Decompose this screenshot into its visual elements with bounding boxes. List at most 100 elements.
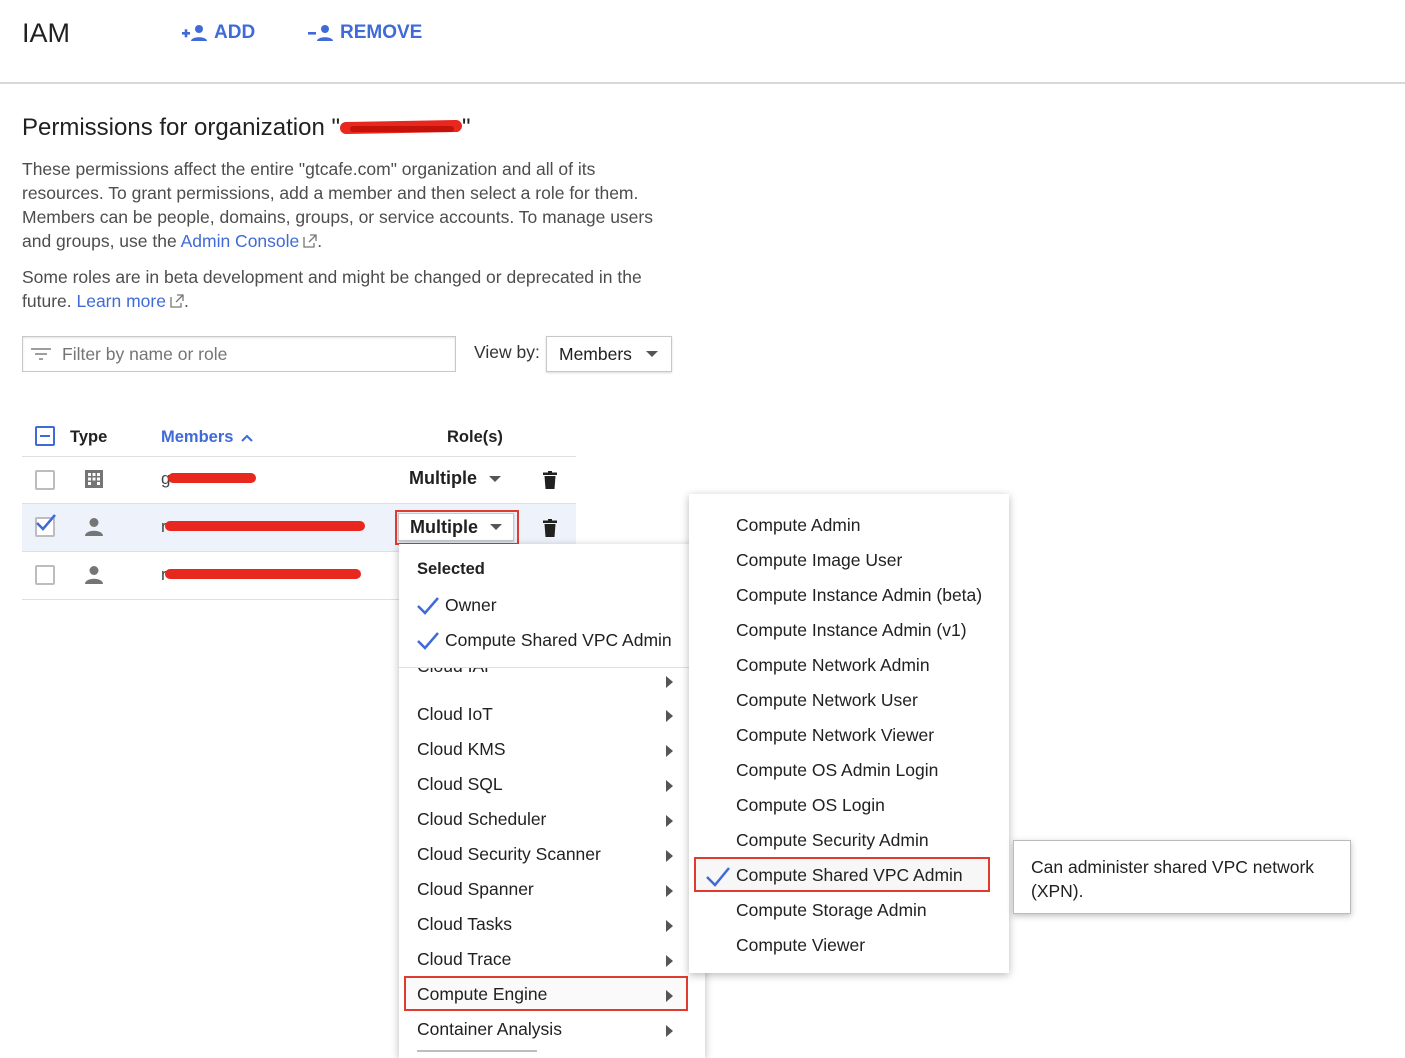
page-title: IAM — [22, 18, 71, 48]
chevron-right-icon — [666, 885, 673, 897]
chevron-right-icon — [666, 850, 673, 862]
trash-icon[interactable] — [543, 471, 557, 489]
chevron-right-icon — [666, 1025, 673, 1037]
menu-item-cloud-iot[interactable]: Cloud IoT — [417, 704, 493, 725]
person-icon — [85, 518, 103, 536]
selected-role-owner[interactable]: Owner — [445, 595, 497, 616]
permissions-description: These permissions affect the entire "gtc… — [22, 157, 692, 253]
roles-column-header: Role(s) — [447, 428, 503, 446]
menu-item-cloud-scheduler[interactable]: Cloud Scheduler — [417, 809, 546, 830]
compute-engine-submenu: Compute Admin Compute Image User Compute… — [689, 494, 1009, 973]
menu-item-cloud-spanner[interactable]: Cloud Spanner — [417, 879, 534, 900]
menu-item-cloud-tasks[interactable]: Cloud Tasks — [417, 914, 512, 935]
redacted-org-name — [340, 117, 462, 137]
view-by-select[interactable]: Members — [546, 336, 672, 372]
chevron-down-icon — [490, 524, 502, 530]
chevron-right-icon — [666, 990, 673, 1002]
roles-value: Multiple — [410, 516, 478, 537]
type-column-header: Type — [70, 428, 108, 446]
check-icon — [417, 597, 439, 615]
menu-item-compute-engine[interactable]: Compute Engine — [417, 984, 547, 1005]
partial-menu-item: Cloud IAP — [417, 668, 496, 677]
learn-more-link[interactable]: Learn more — [76, 291, 166, 311]
remove-person-icon — [308, 25, 333, 41]
external-link-icon — [303, 234, 317, 248]
desc-text: . — [317, 231, 323, 251]
chevron-right-icon — [666, 745, 673, 757]
trash-icon[interactable] — [543, 519, 557, 537]
row-checkbox[interactable] — [35, 565, 55, 585]
external-link-icon — [170, 294, 184, 308]
redacted-member — [164, 521, 365, 531]
menu-item-cloud-kms[interactable]: Cloud KMS — [417, 739, 506, 760]
submenu-item[interactable]: Compute Instance Admin (v1) — [736, 620, 967, 641]
beta-text: future. — [22, 291, 77, 311]
menu-item-cloud-security-scanner[interactable]: Cloud Security Scanner — [417, 844, 601, 865]
chevron-down-icon — [489, 475, 501, 482]
submenu-item[interactable]: Compute Storage Admin — [736, 900, 927, 921]
tooltip-text: Can administer shared VPC network (XPN). — [1031, 857, 1315, 901]
chevron-right-icon — [666, 676, 673, 688]
roles-dropdown[interactable]: Multiple — [409, 468, 501, 489]
domain-icon — [85, 470, 103, 488]
check-icon — [36, 514, 56, 531]
member-name: r — [161, 517, 365, 537]
chevron-right-icon — [666, 920, 673, 932]
menu-item-cloud-sql[interactable]: Cloud SQL — [417, 774, 503, 795]
add-label: ADD — [214, 22, 256, 43]
roles-value: Multiple — [409, 468, 477, 488]
beta-text: . — [183, 291, 189, 311]
scrolled-item-clip: Cloud IAP — [399, 668, 705, 688]
roles-dropdown[interactable]: Multiple — [398, 513, 514, 541]
add-member-button[interactable]: ADD — [182, 22, 255, 44]
partial-menu-item-clip — [399, 1050, 705, 1058]
chevron-right-icon — [666, 780, 673, 792]
desc-line: These permissions affect the entire "gtc… — [22, 159, 596, 179]
submenu-item[interactable]: Compute OS Admin Login — [736, 760, 938, 781]
remove-label: REMOVE — [340, 22, 423, 43]
desc-text: and groups, use the — [22, 231, 181, 251]
redacted-member — [168, 473, 257, 483]
row-checkbox[interactable] — [35, 470, 55, 490]
submenu-item[interactable]: Compute Image User — [736, 550, 902, 571]
select-all-checkbox[interactable] — [35, 426, 55, 446]
member-name: r — [161, 565, 361, 585]
desc-line: Members can be people, domains, groups, … — [22, 207, 653, 227]
submenu-item[interactable]: Compute Security Admin — [736, 830, 929, 851]
members-header-label: Members — [161, 428, 234, 446]
members-column-header[interactable]: Members — [161, 428, 254, 447]
submenu-item[interactable]: Compute Network User — [736, 690, 918, 711]
selected-role-shared-vpc[interactable]: Compute Shared VPC Admin — [445, 630, 672, 651]
view-by-label: View by: — [474, 342, 540, 362]
filter-input[interactable] — [62, 343, 442, 365]
menu-item-container-analysis[interactable]: Container Analysis — [417, 1019, 562, 1040]
admin-console-link[interactable]: Admin Console — [181, 231, 300, 251]
role-description-tooltip: Can administer shared VPC network (XPN). — [1013, 840, 1351, 914]
submenu-item[interactable]: Compute Instance Admin (beta) — [736, 585, 982, 606]
sort-ascending-icon — [241, 434, 254, 442]
table-row: g Multiple — [22, 457, 576, 503]
beta-line: Some roles are in beta development and m… — [22, 267, 642, 287]
section-title-suffix: " — [462, 114, 471, 141]
view-by-value: Members — [559, 343, 632, 364]
check-icon — [706, 867, 730, 887]
submenu-item[interactable]: Compute Admin — [736, 515, 861, 536]
check-icon — [417, 632, 439, 650]
remove-member-button[interactable]: REMOVE — [308, 22, 422, 44]
submenu-item[interactable]: Compute Network Admin — [736, 655, 930, 676]
role-menu: Selected Owner Compute Shared VPC Admin … — [399, 544, 705, 1058]
chevron-right-icon — [666, 710, 673, 722]
chevron-right-icon — [666, 955, 673, 967]
submenu-item[interactable]: Compute OS Login — [736, 795, 885, 816]
row-checkbox-checked[interactable] — [35, 514, 56, 537]
submenu-item[interactable]: Compute Network Viewer — [736, 725, 934, 746]
selected-header: Selected — [417, 560, 485, 578]
redacted-member — [164, 569, 361, 579]
filter-field[interactable] — [22, 336, 456, 372]
beta-notice: Some roles are in beta development and m… — [22, 265, 692, 313]
partial-menu-item — [417, 1050, 537, 1052]
section-title: Permissions for organization " " — [22, 114, 471, 142]
menu-item-cloud-trace[interactable]: Cloud Trace — [417, 949, 511, 970]
submenu-item-checked[interactable]: Compute Shared VPC Admin — [736, 865, 963, 886]
submenu-item[interactable]: Compute Viewer — [736, 935, 865, 956]
